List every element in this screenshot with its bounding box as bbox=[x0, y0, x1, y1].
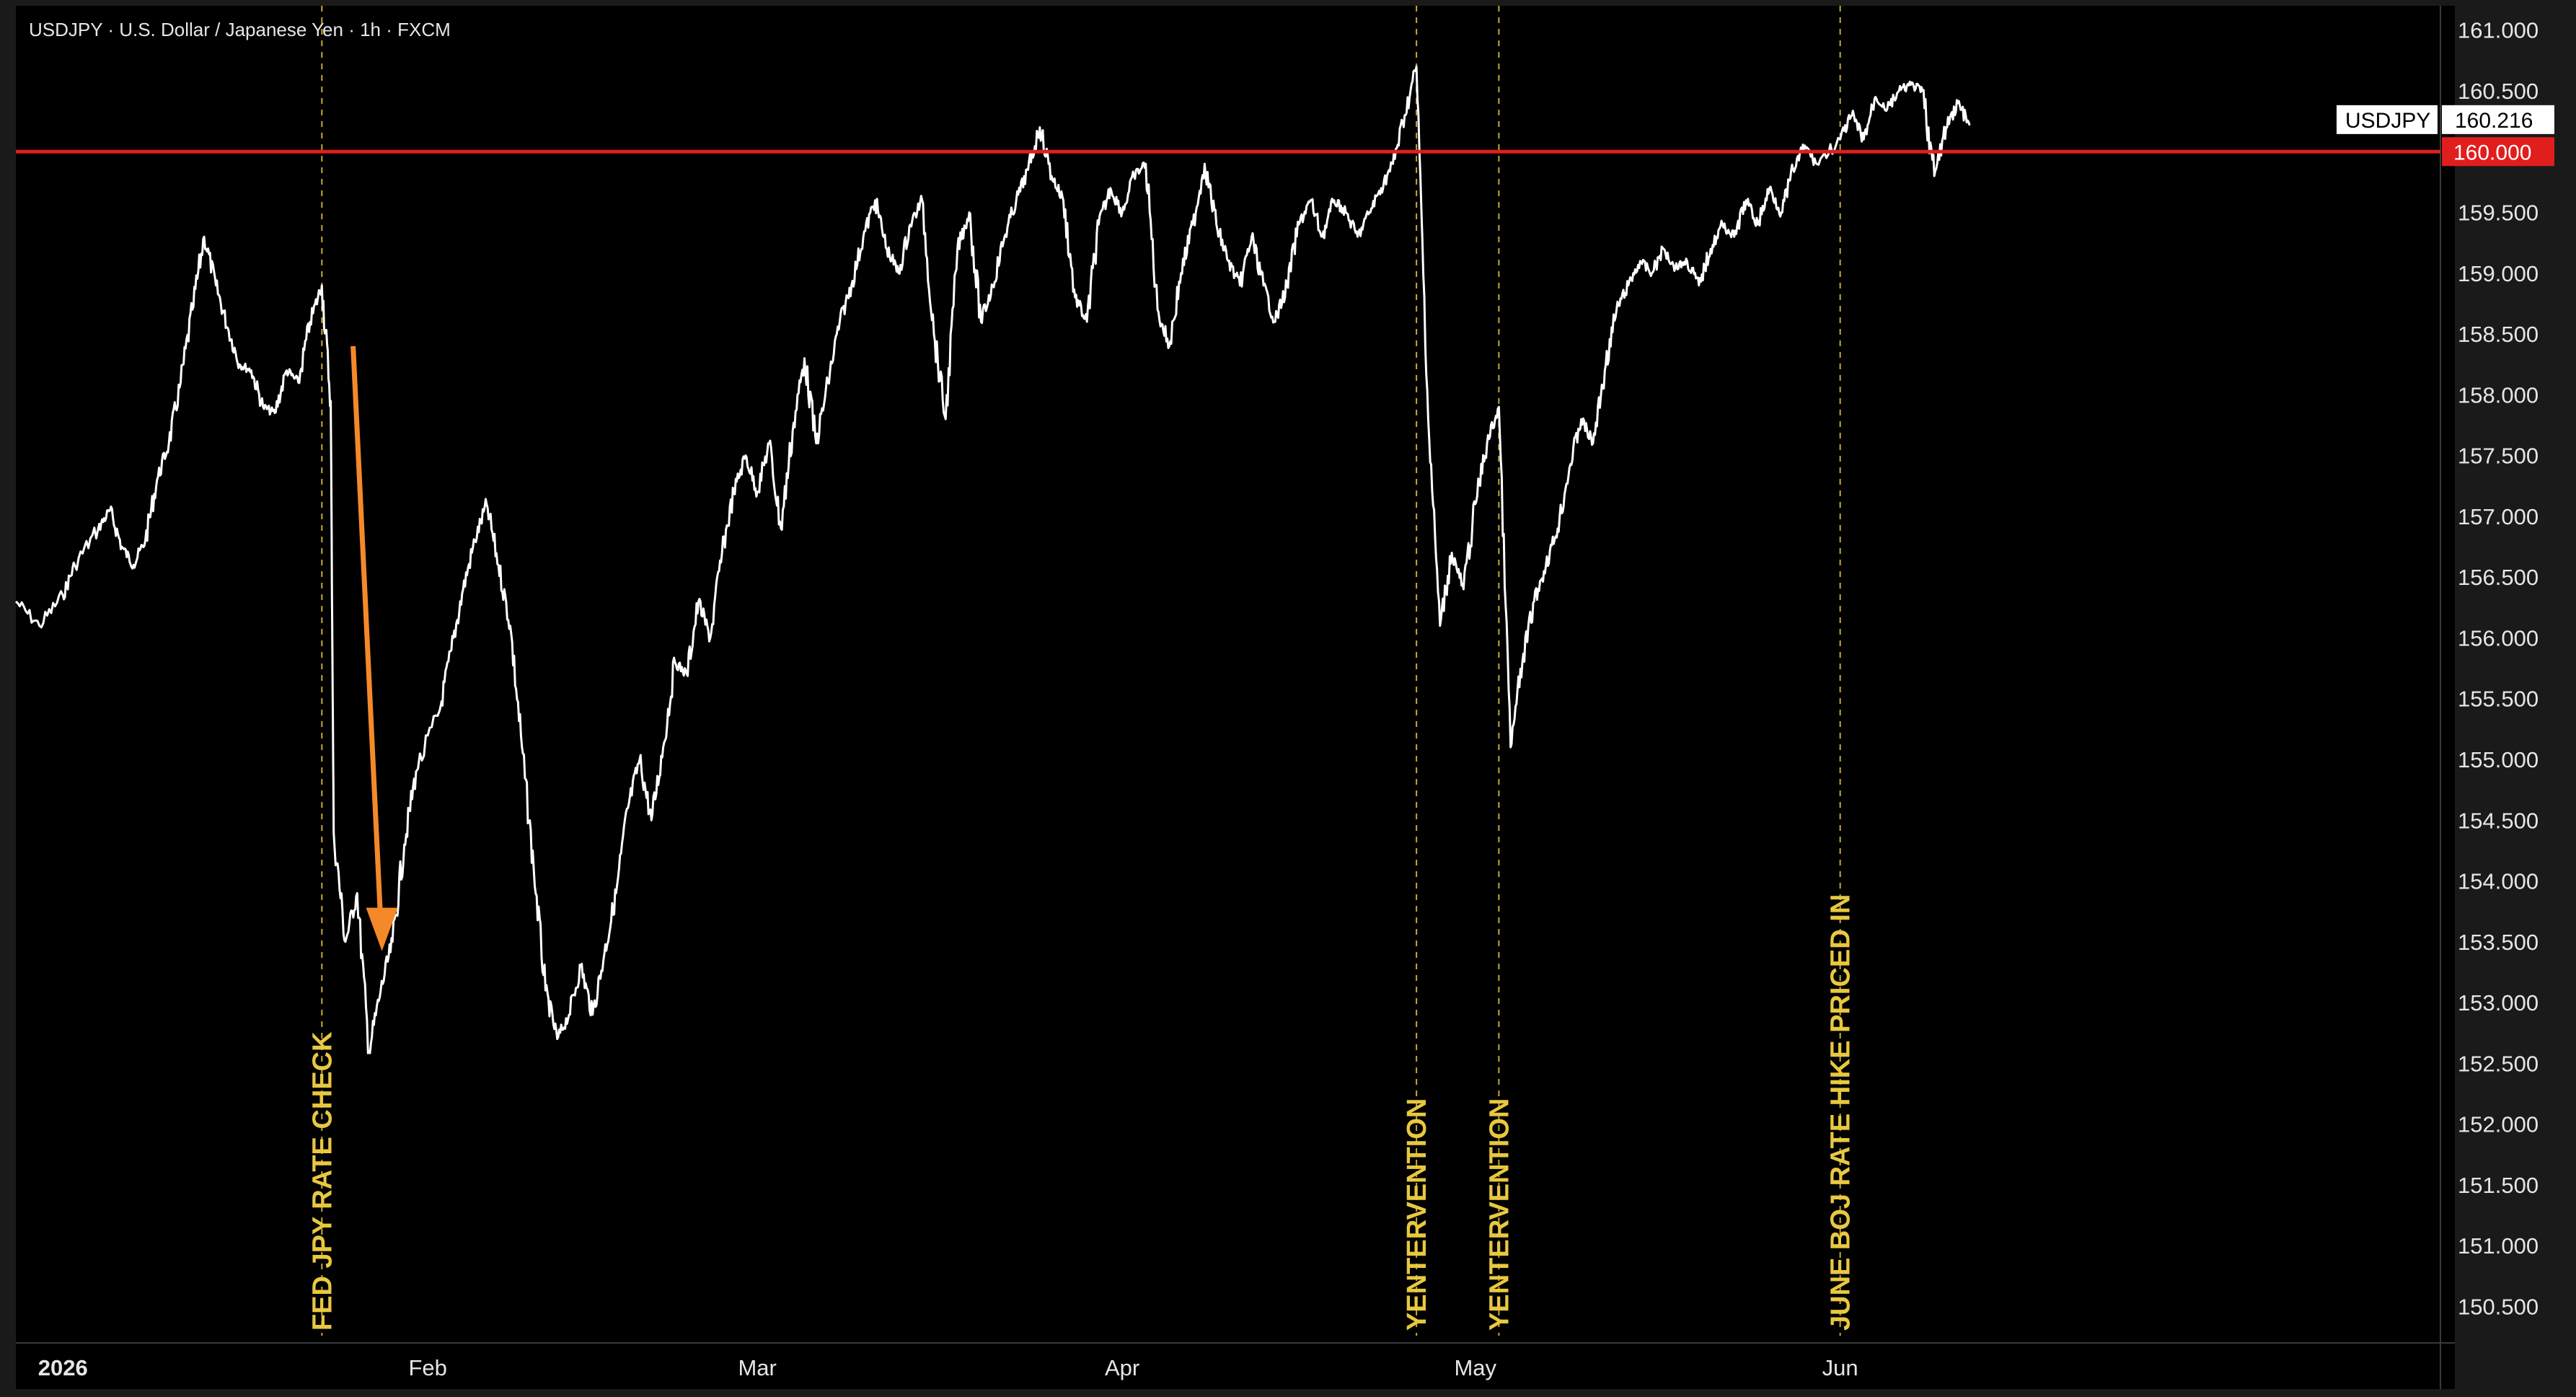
last-price-value: 160.216 bbox=[2455, 109, 2533, 133]
y-tick-label: 151.500 bbox=[2458, 1173, 2538, 1198]
annotation-label-4: JUNE BOJ RATE HIKE PRICED IN bbox=[1826, 894, 1856, 1331]
y-tick-label: 155.000 bbox=[2458, 747, 2538, 772]
y-tick-label: 156.500 bbox=[2458, 565, 2538, 590]
y-tick-label: 152.500 bbox=[2458, 1051, 2538, 1076]
chart-root: FED JPY RATE CHECK YENTERVENTION YENTERVEN… bbox=[0, 0, 2576, 1393]
y-tick-label: 156.000 bbox=[2458, 625, 2538, 651]
x-tick-label: Apr bbox=[1105, 1355, 1139, 1380]
y-tick-label: 160.500 bbox=[2458, 79, 2538, 104]
level-price-label: 160.000 bbox=[2453, 141, 2531, 164]
y-tick-label: 157.000 bbox=[2458, 504, 2538, 529]
x-tick-label: Feb bbox=[409, 1355, 447, 1380]
x-tick-label: Mar bbox=[738, 1355, 776, 1380]
y-tick-label: 157.500 bbox=[2458, 444, 2538, 469]
y-tick-label: 151.000 bbox=[2458, 1233, 2538, 1259]
y-tick-label: 150.500 bbox=[2458, 1294, 2538, 1319]
y-tick-label: 161.000 bbox=[2458, 18, 2538, 43]
last-price-symbol: USDJPY bbox=[2345, 109, 2430, 133]
level-price-badge: 160.000 bbox=[2442, 137, 2554, 167]
annotation-label-1: FED JPY RATE CHECK bbox=[307, 1031, 338, 1331]
x-tick-label: 2026 bbox=[38, 1355, 88, 1380]
annotation-label-3: YENTERVENTION bbox=[1484, 1098, 1514, 1331]
y-tick-label: 153.000 bbox=[2458, 990, 2538, 1015]
last-price-badge: USDJPY 160.216 bbox=[2337, 105, 2554, 134]
y-tick-label: 155.500 bbox=[2458, 687, 2538, 712]
plot-background bbox=[16, 6, 2455, 1389]
y-tick-label: 154.500 bbox=[2458, 808, 2538, 833]
y-tick-label: 159.000 bbox=[2458, 261, 2538, 286]
y-tick-label: 158.000 bbox=[2458, 382, 2538, 407]
y-tick-label: 159.500 bbox=[2458, 200, 2538, 226]
y-tick-label: 153.500 bbox=[2458, 930, 2538, 955]
y-tick-label: 154.000 bbox=[2458, 869, 2538, 894]
price-chart: FED JPY RATE CHECK YENTERVENTION YENTERVEN… bbox=[0, 0, 2576, 1393]
x-tick-label: Jun bbox=[1822, 1355, 1858, 1380]
y-tick-label: 152.000 bbox=[2458, 1112, 2538, 1137]
chart-title: USDJPY · U.S. Dollar / Japanese Yen · 1h… bbox=[29, 19, 451, 40]
annotation-label-2: YENTERVENTION bbox=[1402, 1098, 1432, 1331]
x-tick-label: May bbox=[1454, 1355, 1496, 1380]
y-tick-label: 158.500 bbox=[2458, 322, 2538, 347]
